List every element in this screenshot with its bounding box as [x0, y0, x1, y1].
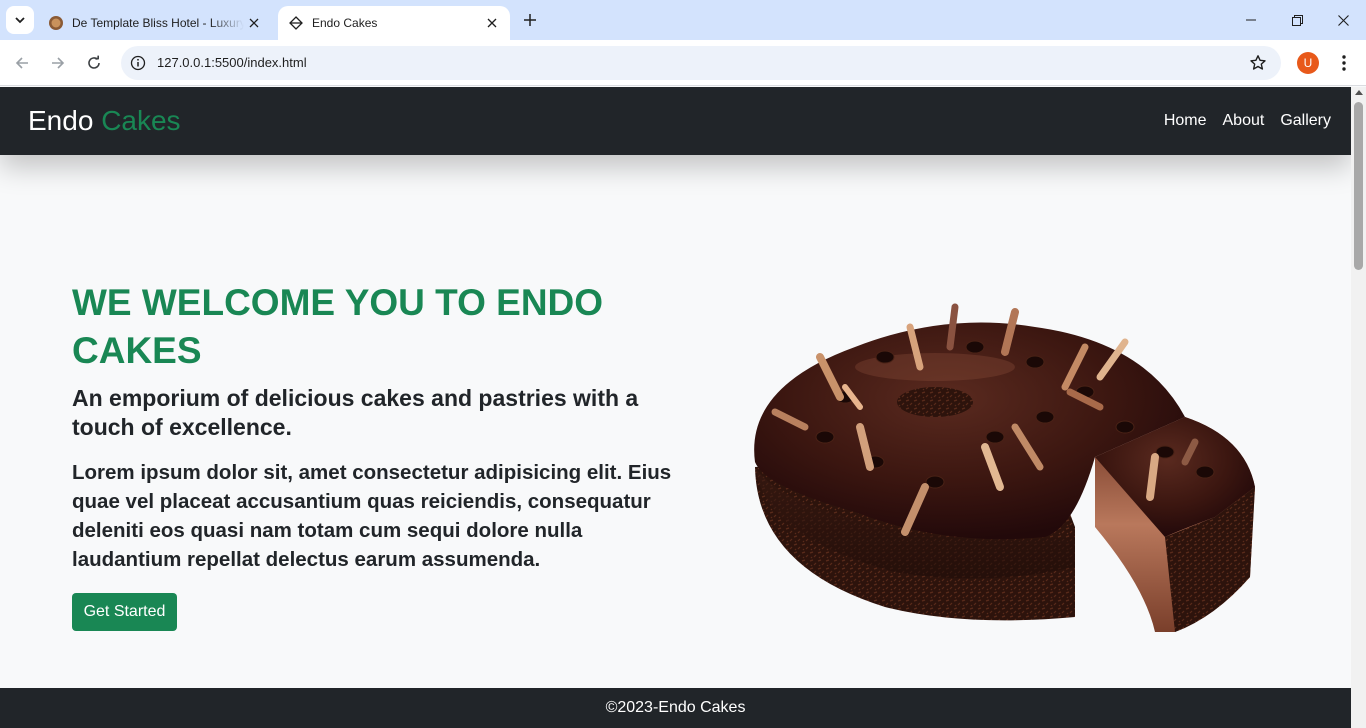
- hero-body: Lorem ipsum dolor sit, amet consectetur …: [72, 461, 672, 571]
- restore-button[interactable]: [1274, 0, 1320, 40]
- restore-icon: [1291, 14, 1303, 26]
- back-button[interactable]: [8, 49, 36, 77]
- close-icon: [1337, 14, 1349, 26]
- page-favicon-icon: [289, 16, 303, 30]
- browser-menu-button[interactable]: [1334, 52, 1354, 74]
- minimize-button[interactable]: [1228, 0, 1274, 40]
- tab-endo-cakes[interactable]: Endo Cakes: [278, 6, 510, 40]
- nav-link-home[interactable]: Home: [1164, 111, 1207, 131]
- reload-button[interactable]: [80, 49, 108, 77]
- site-info-icon[interactable]: [130, 55, 146, 71]
- tab-bliss-hotel[interactable]: De Template Bliss Hotel - Luxury: [38, 6, 272, 40]
- site-navbar: Endo Cakes Home About Gallery: [0, 87, 1351, 155]
- close-icon: [487, 18, 497, 28]
- nav-links: Home About Gallery: [1164, 111, 1331, 131]
- bookmark-star-icon[interactable]: [1249, 54, 1267, 72]
- minimize-icon: [1246, 19, 1256, 21]
- reload-icon: [88, 55, 100, 69]
- profile-avatar[interactable]: U: [1297, 52, 1319, 74]
- brand-part-1: Endo: [28, 105, 94, 136]
- forward-button[interactable]: [44, 49, 72, 77]
- close-window-button[interactable]: [1320, 0, 1366, 40]
- close-tab-button[interactable]: [482, 13, 502, 33]
- hero-subtitle: An emporium of delicious cakes and pastr…: [72, 385, 639, 440]
- close-icon: [249, 18, 259, 28]
- close-tab-button[interactable]: [244, 13, 264, 33]
- scrollbar-thumb[interactable]: [1354, 102, 1363, 270]
- chevron-down-icon: [15, 17, 25, 24]
- hero-text: WE WELCOME YOU TO ENDO CAKES An emporium…: [72, 279, 672, 574]
- more-vertical-icon: [1342, 55, 1346, 71]
- hero-title: WE WELCOME YOU TO ENDO CAKES: [72, 282, 604, 371]
- forward-arrow-icon: [52, 57, 65, 69]
- back-arrow-icon: [15, 57, 28, 69]
- tab-title: De Template Bliss Hotel - Luxury: [72, 16, 244, 30]
- tab-title: Endo Cakes: [312, 16, 378, 30]
- hotel-favicon-icon: [49, 16, 63, 30]
- url-text[interactable]: 127.0.0.1:5500/index.html: [157, 55, 307, 71]
- nav-link-about[interactable]: About: [1223, 111, 1265, 131]
- get-started-button[interactable]: Get Started: [72, 593, 177, 631]
- tab-search-button[interactable]: [6, 6, 34, 34]
- site-footer: ©2023-Endo Cakes: [0, 688, 1351, 728]
- browser-toolbar: 127.0.0.1:5500/index.html U: [0, 40, 1366, 86]
- plus-icon: [524, 14, 536, 26]
- tab-strip: De Template Bliss Hotel - Luxury Endo Ca…: [0, 0, 1366, 40]
- scroll-up-arrow-icon[interactable]: [1355, 90, 1363, 95]
- new-tab-button[interactable]: [519, 9, 541, 31]
- nav-link-gallery[interactable]: Gallery: [1280, 111, 1331, 131]
- cake-image: [754, 303, 1255, 632]
- brand-part-2: Cakes: [101, 105, 181, 136]
- page-viewport: Endo Cakes Home About Gallery WE WELCOME…: [0, 87, 1351, 728]
- address-bar[interactable]: 127.0.0.1:5500/index.html: [121, 46, 1281, 80]
- site-brand[interactable]: Endo Cakes: [28, 105, 181, 137]
